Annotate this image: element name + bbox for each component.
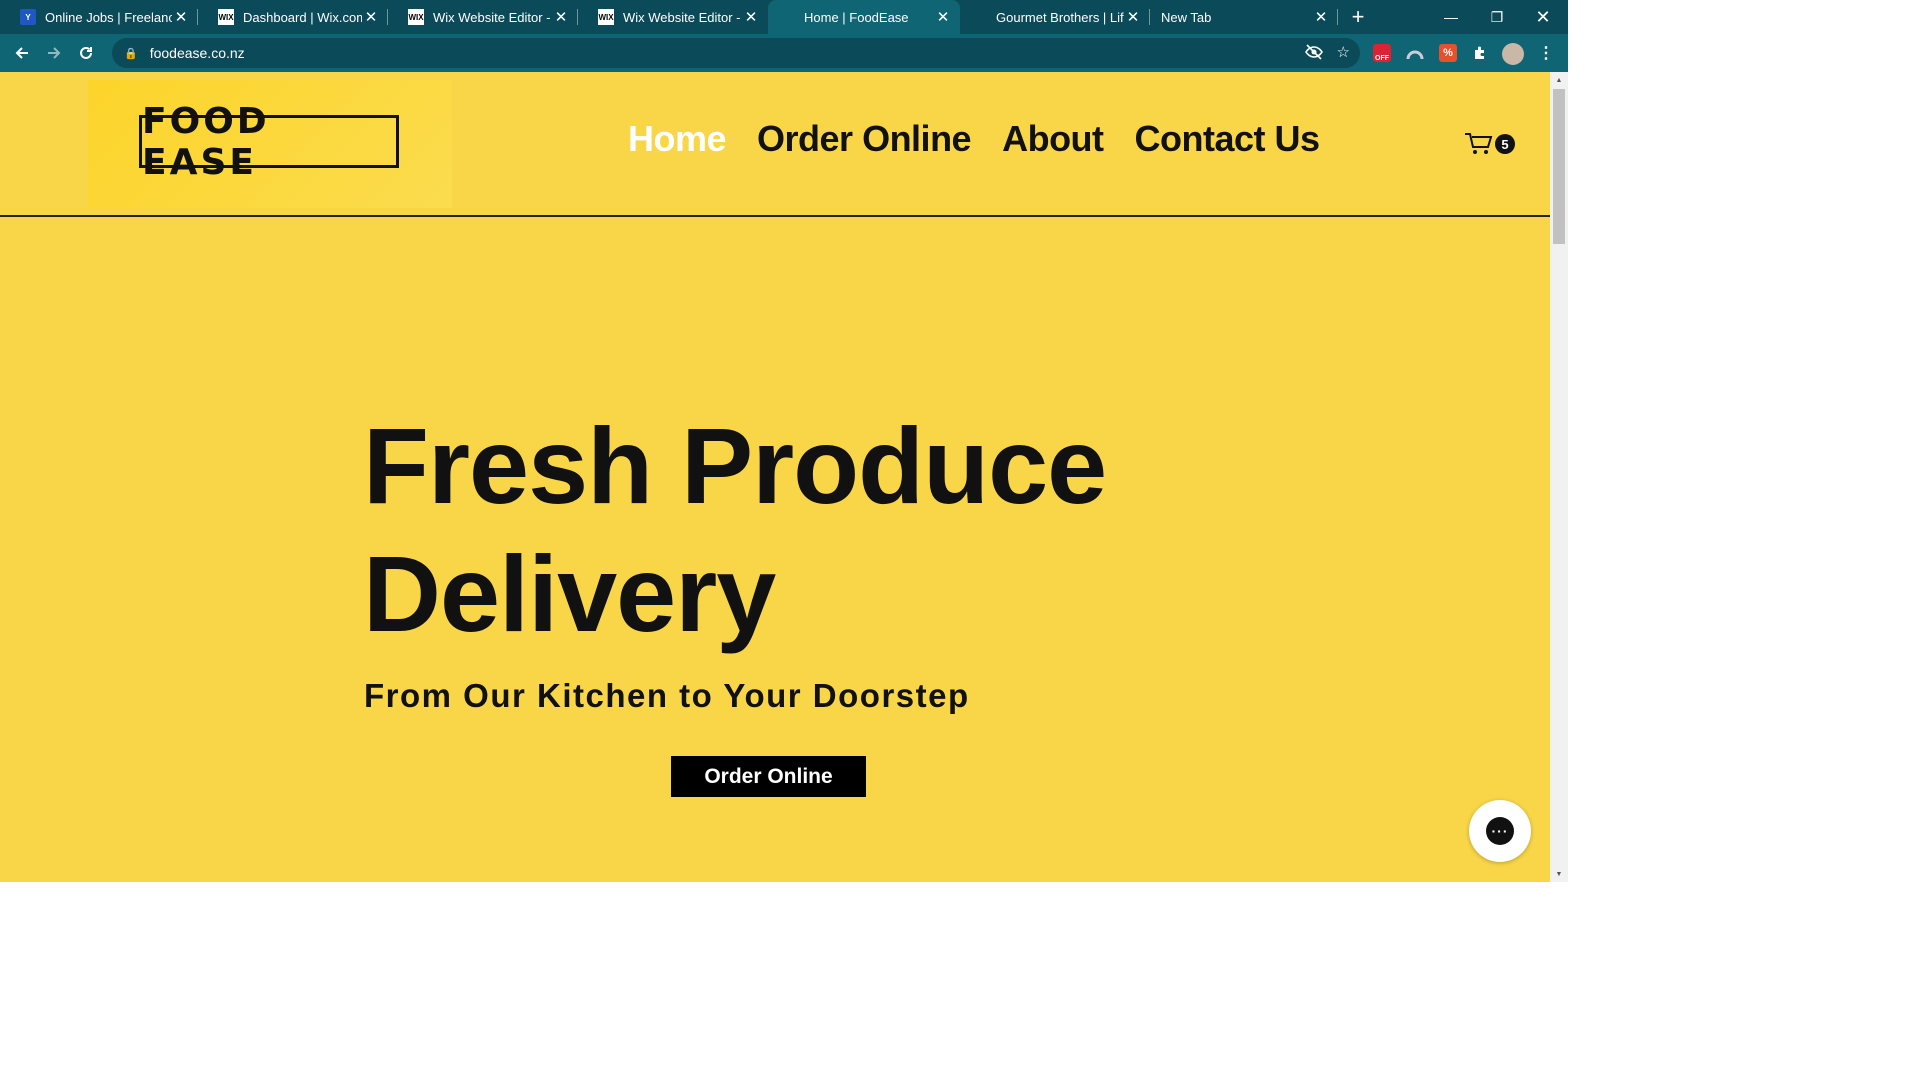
order-online-button[interactable]: Order Online (671, 756, 866, 797)
cart-icon (1465, 133, 1493, 154)
site-logo[interactable]: FOOD EASE (139, 101, 399, 183)
forward-button[interactable] (38, 37, 70, 69)
tab-title: Wix Website Editor - fo (623, 9, 742, 25)
wix-icon: WIX (598, 9, 614, 25)
hero-subtitle: From Our Kitchen to Your Doorstep (364, 677, 970, 714)
tab-title: New Tab (1161, 9, 1212, 25)
tab-wix-editor-2[interactable]: WIX Wix Website Editor - fo ✕ (578, 0, 768, 34)
wix-icon: WIX (218, 9, 234, 25)
main-navigation: Home Order Online About Contact Us (628, 118, 1320, 160)
tab-title: Gourmet Brothers | Life (996, 9, 1124, 25)
scroll-up-arrow-icon[interactable]: ▲ (1550, 72, 1568, 88)
tab-wix-editor-1[interactable]: WIX Wix Website Editor - go ✕ (388, 0, 578, 34)
hero-title-line-1: Fresh Produce (363, 405, 1107, 526)
minimize-button[interactable]: — (1428, 0, 1474, 34)
nav-order-online[interactable]: Order Online (757, 118, 972, 160)
extension-percent-icon[interactable]: % (1437, 42, 1459, 64)
nav-about[interactable]: About (1002, 118, 1104, 160)
tab-online-jobs[interactable]: Y Online Jobs | Freelance ✕ (0, 0, 198, 34)
page-scrollbar[interactable]: ▲ ▼ (1550, 72, 1568, 882)
close-icon[interactable]: ✕ (1312, 8, 1330, 26)
close-icon[interactable]: ✕ (934, 8, 952, 26)
profile-avatar[interactable] (1502, 43, 1524, 65)
close-icon[interactable]: ✕ (362, 8, 380, 26)
eye-off-icon[interactable] (1304, 43, 1323, 65)
close-icon[interactable]: ✕ (742, 8, 760, 26)
tab-title: Dashboard | Wix.com (243, 9, 362, 25)
close-icon[interactable]: ✕ (172, 8, 190, 26)
url-text: foodease.co.nz (149, 45, 245, 61)
back-arrow-icon (15, 47, 28, 59)
tab-new-tab[interactable]: New Tab ✕ (1150, 0, 1338, 34)
reload-icon (80, 46, 92, 59)
nav-home[interactable]: Home (628, 118, 727, 160)
bookmark-star-icon[interactable]: ☆ (1337, 43, 1350, 65)
tab-home-foodease[interactable]: Home | FoodEase ✕ (768, 0, 960, 34)
close-icon[interactable]: ✕ (1124, 8, 1142, 26)
header-divider (0, 215, 1550, 217)
extension-coupon-icon[interactable]: OFF (1371, 42, 1393, 64)
upwork-icon: Y (20, 9, 36, 25)
hero-title-line-2: Delivery (363, 533, 776, 654)
browser-menu-icon[interactable]: ⋮ (1535, 42, 1557, 64)
scroll-down-arrow-icon[interactable]: ▼ (1550, 866, 1568, 882)
restore-button[interactable]: ❐ (1474, 0, 1520, 34)
extensions-puzzle-icon[interactable] (1469, 42, 1491, 64)
close-icon[interactable]: ✕ (552, 8, 570, 26)
browser-toolbar: 🔒 foodease.co.nz ☆ OFF % ⋮ (0, 34, 1568, 72)
tab-title: Online Jobs | Freelance (45, 9, 172, 25)
new-tab-button[interactable]: + (1344, 4, 1372, 30)
tab-wix-dashboard[interactable]: WIX Dashboard | Wix.com ✕ (198, 0, 388, 34)
cart-count-badge: 5 (1495, 134, 1515, 154)
chat-widget-button[interactable]: ··· (1469, 800, 1531, 862)
lock-icon: 🔒 (124, 47, 138, 60)
address-bar[interactable]: 🔒 foodease.co.nz ☆ (112, 38, 1360, 68)
wix-icon: WIX (408, 9, 424, 25)
browser-tab-strip: Y Online Jobs | Freelance ✕ WIX Dashboar… (0, 0, 1568, 34)
tab-gourmet-brothers[interactable]: Gourmet Brothers | Life ✕ (960, 0, 1150, 34)
back-button[interactable] (6, 37, 38, 69)
website-page: FOOD EASE Home Order Online About Contac… (0, 72, 1550, 882)
tab-title: Home | FoodEase (804, 9, 909, 25)
chat-bubble-icon: ··· (1486, 817, 1514, 845)
reload-button[interactable] (70, 37, 102, 69)
hero-title: Fresh Produce Delivery (363, 402, 1107, 658)
nav-contact-us[interactable]: Contact Us (1135, 118, 1321, 160)
close-window-button[interactable]: ✕ (1520, 0, 1566, 34)
extension-arc-icon[interactable] (1404, 42, 1426, 64)
tab-title: Wix Website Editor - go (433, 9, 552, 25)
forward-arrow-icon (48, 47, 61, 59)
scrollbar-thumb[interactable] (1553, 89, 1565, 244)
